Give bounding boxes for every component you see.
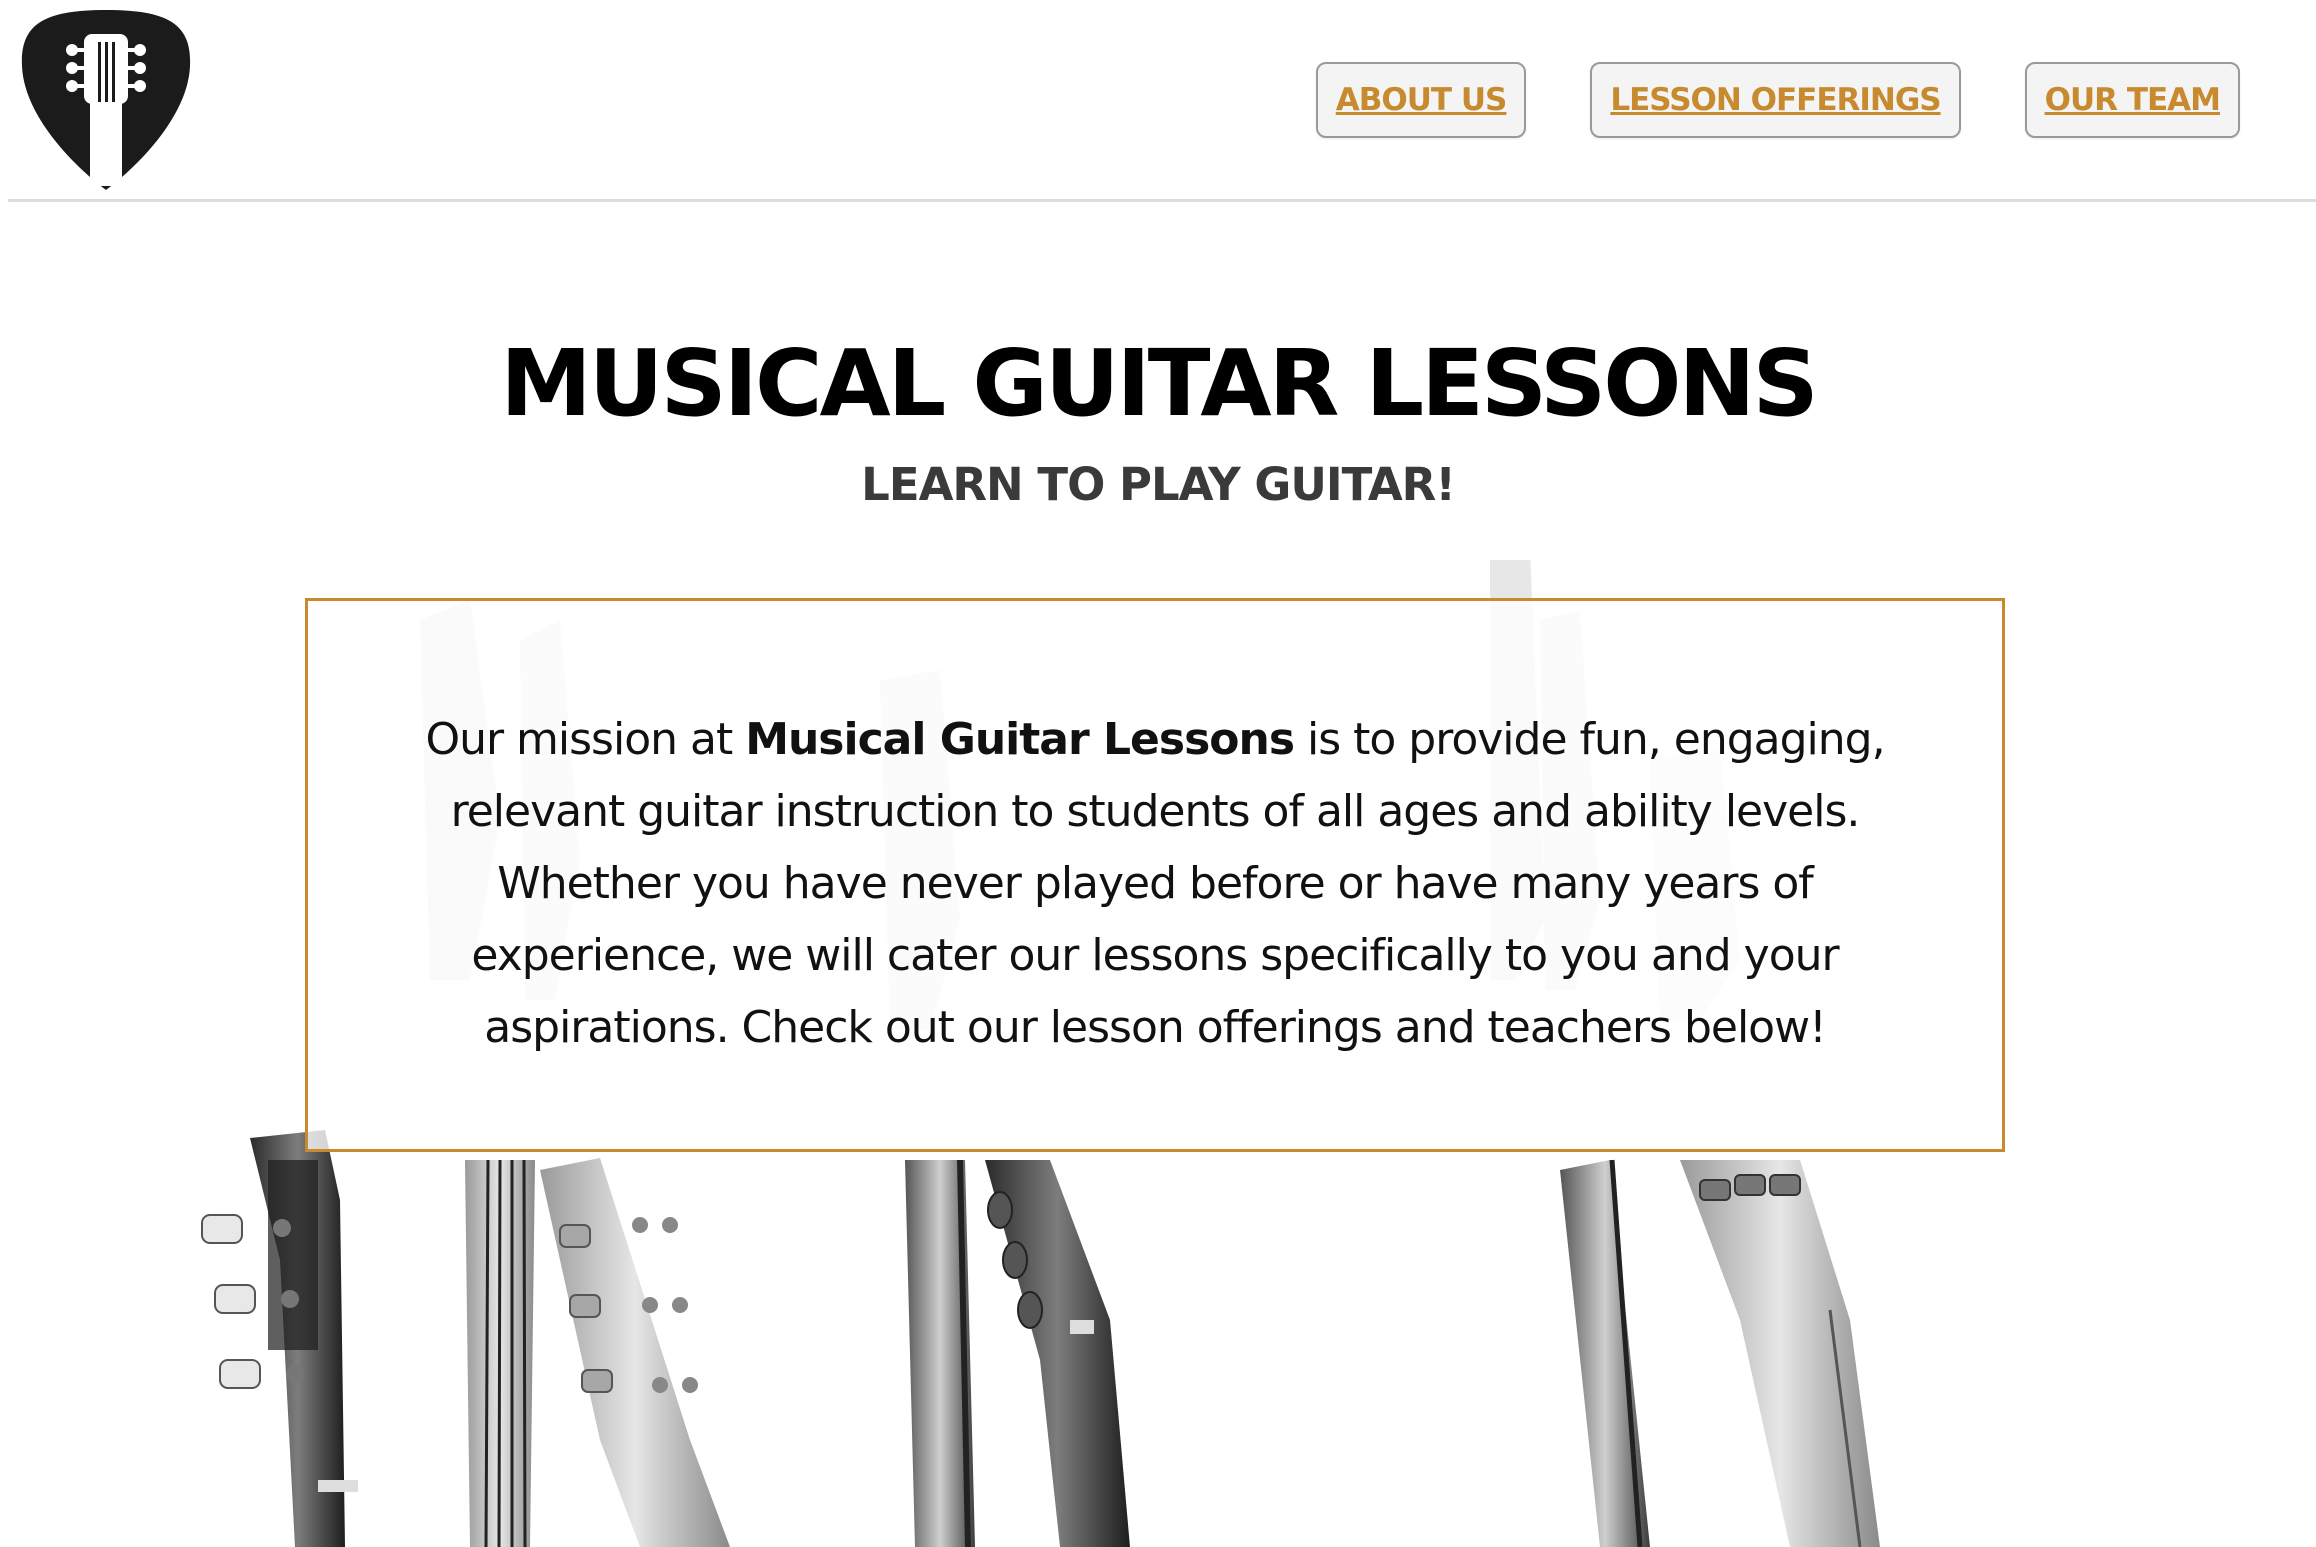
nav-our-team-button[interactable]: OUR TEAM (2024, 62, 2240, 138)
mission-statement: Our mission at Musical Guitar Lessons is… (368, 704, 1942, 1064)
nav-lesson-offerings-button[interactable]: LESSON OFFERINGS (1590, 62, 1961, 138)
main-nav: ABOUT US LESSON OFFERINGS OUR TEAM (1315, 62, 2240, 138)
site-header: ABOUT US LESSON OFFERINGS OUR TEAM (0, 0, 2316, 200)
header-divider (8, 199, 2316, 202)
mission-box: Our mission at Musical Guitar Lessons is… (305, 598, 2005, 1152)
page: ABOUT US LESSON OFFERINGS OUR TEAM MUSIC… (0, 0, 2316, 1547)
mission-intro: Our mission at (425, 714, 746, 765)
page-subtitle: LEARN TO PLAY GUITAR! (861, 458, 1456, 511)
page-title: MUSICAL GUITAR LESSONS (500, 330, 1819, 437)
guitar-pick-headstock-icon (21, 10, 191, 190)
mission-brand-name: Musical Guitar Lessons (745, 714, 1295, 765)
nav-about-us-button[interactable]: ABOUT US (1315, 62, 1527, 138)
logo-link[interactable] (18, 6, 194, 192)
